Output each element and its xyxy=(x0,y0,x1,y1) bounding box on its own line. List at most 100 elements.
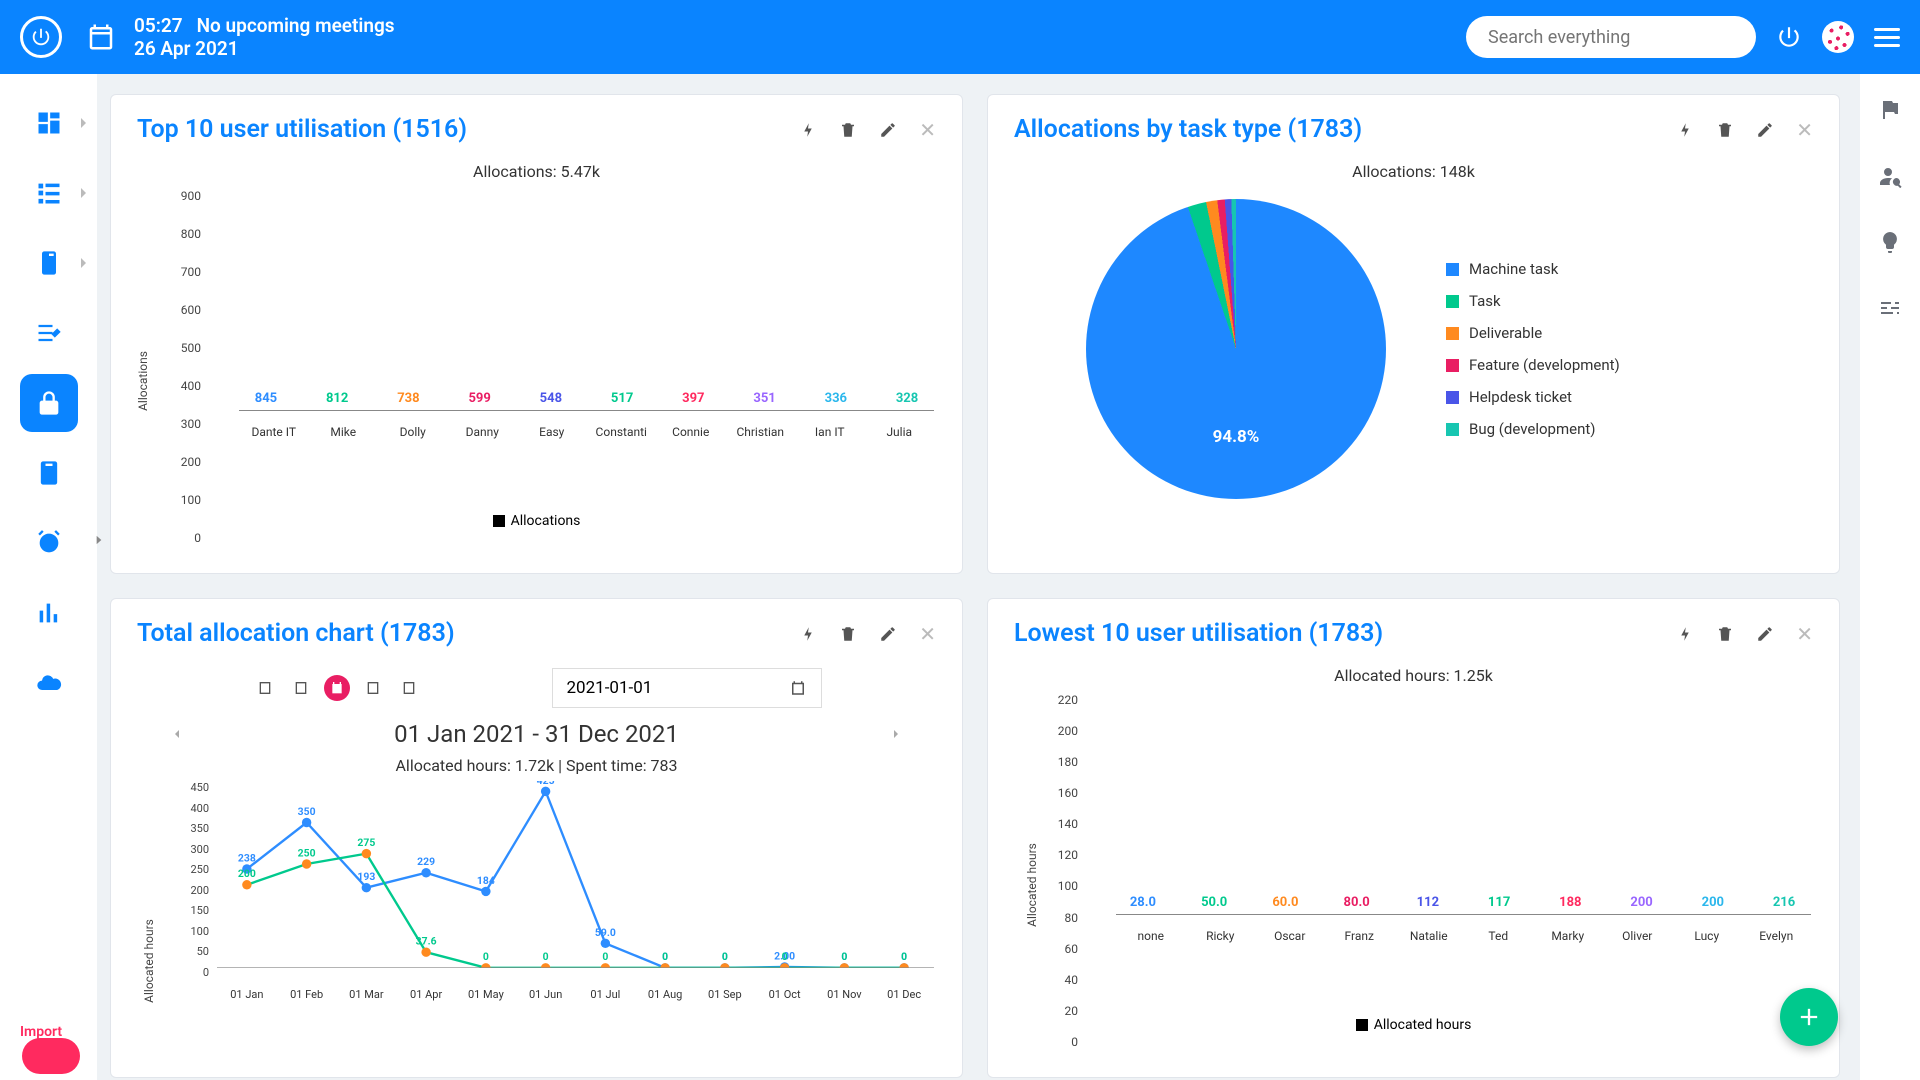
close-icon[interactable]: ✕ xyxy=(1796,118,1813,142)
header-date: 26 Apr 2021 xyxy=(134,37,395,60)
svg-text:250: 250 xyxy=(298,846,316,859)
svg-text:275: 275 xyxy=(357,836,375,849)
sidebar-dashboard[interactable] xyxy=(20,94,78,152)
svg-text:184: 184 xyxy=(477,874,495,887)
trash-icon[interactable] xyxy=(839,121,857,139)
power-icon xyxy=(30,26,52,48)
sidebar-bar-chart[interactable] xyxy=(20,584,78,642)
bar-chart: 845812738599548517397351336328 xyxy=(239,189,934,411)
card-by-type: Allocations by task type (1783) ✕ Alloca… xyxy=(987,94,1840,574)
import-button[interactable] xyxy=(22,1038,80,1074)
search-input[interactable] xyxy=(1466,16,1756,58)
trash-icon[interactable] xyxy=(839,625,857,643)
top-bar: 05:27 No upcoming meetings 26 Apr 2021 xyxy=(0,0,1920,74)
sidebar-clipboard[interactable] xyxy=(20,234,78,292)
person-search-icon[interactable] xyxy=(1878,164,1902,188)
card-subtitle: Allocations: 5.47k xyxy=(111,162,962,181)
close-icon[interactable]: ✕ xyxy=(919,118,936,142)
menu-icon[interactable] xyxy=(1874,28,1900,47)
avatar[interactable] xyxy=(1822,21,1854,53)
svg-text:0: 0 xyxy=(722,950,728,963)
sidebar-cloud[interactable] xyxy=(20,654,78,712)
svg-text:193: 193 xyxy=(357,870,375,883)
bolt-icon[interactable] xyxy=(1676,121,1694,139)
pencil-icon[interactable] xyxy=(879,625,897,643)
sidebar-alarm[interactable] xyxy=(20,514,78,572)
card-top-users: Top 10 user utilisation (1516) ✕ Allocat… xyxy=(110,94,963,574)
card-subtitle: Allocations: 148k xyxy=(988,162,1839,181)
svg-text:350: 350 xyxy=(298,805,316,818)
range-quarter[interactable] xyxy=(360,675,386,701)
range-month[interactable] xyxy=(324,675,350,701)
svg-text:425: 425 xyxy=(537,781,555,787)
y-axis-label: Allocations xyxy=(136,351,150,411)
card-subtitle: Allocated hours: 1.25k xyxy=(988,666,1839,685)
chart-legend: Allocated hours xyxy=(1006,1017,1821,1033)
add-button[interactable] xyxy=(1780,988,1838,1046)
range-week[interactable] xyxy=(288,675,314,701)
svg-text:0: 0 xyxy=(483,950,489,963)
lightbulb-icon[interactable] xyxy=(1878,230,1902,254)
next-range-icon[interactable] xyxy=(888,726,904,742)
close-icon[interactable]: ✕ xyxy=(919,622,936,646)
card-total-alloc: Total allocation chart (1783) ✕ 2021-01-… xyxy=(110,598,963,1078)
y-axis-label: Allocated hours xyxy=(1025,843,1039,927)
header-datetime: 05:27 No upcoming meetings 26 Apr 2021 xyxy=(134,14,395,60)
pie-chart: 94.8% xyxy=(1086,199,1386,499)
svg-text:238: 238 xyxy=(238,851,256,864)
sliders-icon[interactable] xyxy=(1878,296,1902,320)
trash-icon[interactable] xyxy=(1716,625,1734,643)
pencil-icon[interactable] xyxy=(879,121,897,139)
flag-icon[interactable] xyxy=(1878,98,1902,122)
date-range-toolbar: 2021-01-01 xyxy=(129,662,944,712)
date-range-text: 01 Jan 2021 - 31 Dec 2021 xyxy=(394,720,679,748)
sidebar-checklist[interactable] xyxy=(20,304,78,362)
card-low-users: Lowest 10 user utilisation (1783) ✕ Allo… xyxy=(987,598,1840,1078)
sidebar-left: Import xyxy=(0,74,97,1080)
app-logo[interactable] xyxy=(20,16,62,58)
pie-legend: Machine taskTaskDeliverableFeature (deve… xyxy=(1446,260,1620,438)
date-input[interactable]: 2021-01-01 xyxy=(552,668,822,708)
svg-text:37.6: 37.6 xyxy=(416,935,437,948)
sidebar-right xyxy=(1860,74,1920,1080)
svg-text:0: 0 xyxy=(841,950,847,963)
card-title: Allocations by task type (1783) xyxy=(1014,115,1362,144)
prev-range-icon[interactable] xyxy=(169,726,185,742)
sidebar-tree[interactable] xyxy=(20,164,78,222)
header-time: 05:27 xyxy=(134,14,183,37)
bolt-icon[interactable] xyxy=(799,121,817,139)
bolt-icon[interactable] xyxy=(1676,625,1694,643)
card-title: Top 10 user utilisation (1516) xyxy=(137,115,467,144)
pencil-icon[interactable] xyxy=(1756,121,1774,139)
sidebar-lock[interactable] xyxy=(20,374,78,432)
chart-legend: Allocations xyxy=(129,513,944,529)
range-year[interactable] xyxy=(396,675,422,701)
close-icon[interactable]: ✕ xyxy=(1796,622,1813,646)
alloc-summary: Allocated hours: 1.72k | Spent time: 783 xyxy=(129,756,944,775)
y-axis-label: Allocated hours xyxy=(142,919,156,1003)
svg-text:229: 229 xyxy=(417,855,435,868)
power-off-icon[interactable] xyxy=(1776,24,1802,50)
svg-text:200: 200 xyxy=(238,867,256,880)
pie-main-label: 94.8% xyxy=(1213,427,1260,447)
svg-text:59.0: 59.0 xyxy=(595,926,616,939)
sidebar-clipboard2[interactable] xyxy=(20,444,78,502)
calendar-icon[interactable] xyxy=(86,22,116,52)
range-day[interactable] xyxy=(252,675,278,701)
card-title: Lowest 10 user utilisation (1783) xyxy=(1014,619,1383,648)
pencil-icon[interactable] xyxy=(1756,625,1774,643)
svg-text:0: 0 xyxy=(602,950,608,963)
dashboard-grid: Top 10 user utilisation (1516) ✕ Allocat… xyxy=(110,94,1848,1080)
bar-chart: 28.050.060.080.0112117188200200216 xyxy=(1116,693,1811,915)
svg-text:0: 0 xyxy=(901,950,907,963)
svg-text:0: 0 xyxy=(543,950,549,963)
x-axis-labels: Dante ITMikeDollyDannyEasyConstantiConni… xyxy=(239,425,934,439)
bolt-icon[interactable] xyxy=(799,625,817,643)
trash-icon[interactable] xyxy=(1716,121,1734,139)
svg-text:0: 0 xyxy=(782,950,788,963)
card-title: Total allocation chart (1783) xyxy=(137,619,455,648)
header-meetings: No upcoming meetings xyxy=(197,14,395,37)
sidebar-expand[interactable] xyxy=(89,525,109,555)
x-axis-labels: noneRickyOscarFranzNatalieTedMarkyOliver… xyxy=(1116,929,1811,943)
x-axis-labels: 01 Jan01 Feb01 Mar01 Apr01 May01 Jun01 J… xyxy=(217,988,934,1001)
